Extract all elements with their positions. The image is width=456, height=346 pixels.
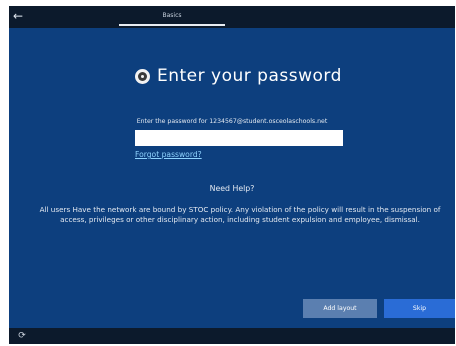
forgot-password-link[interactable]: Forgot password? [135,149,202,160]
user-shield-icon-dot [141,75,144,78]
reload-icon[interactable]: ⟳ [15,329,29,343]
page-title: Enter your password [157,66,342,86]
policy-notice: All users Have the network are bound by … [39,205,441,224]
oobe-window: ← Basics Enter your password Enter the p… [9,6,455,344]
need-help-text: Need Help? [209,184,255,193]
add-layout-button[interactable]: Add layout [303,299,377,318]
user-shield-icon-inner [138,72,147,81]
bottom-bar: ⟳ [9,328,455,344]
tab-basics: Basics [119,6,225,28]
tab-active-underline [119,24,225,26]
top-bar: ← Basics [9,6,455,28]
skip-button[interactable]: Skip [384,299,455,318]
password-input[interactable] [135,130,343,146]
back-arrow-icon[interactable]: ← [9,6,27,28]
user-shield-icon [135,69,150,84]
password-prompt: Enter the password for 1234567@student.o… [136,118,328,125]
tab-basics-label: Basics [162,12,182,19]
page-title-row: Enter your password [133,62,353,92]
